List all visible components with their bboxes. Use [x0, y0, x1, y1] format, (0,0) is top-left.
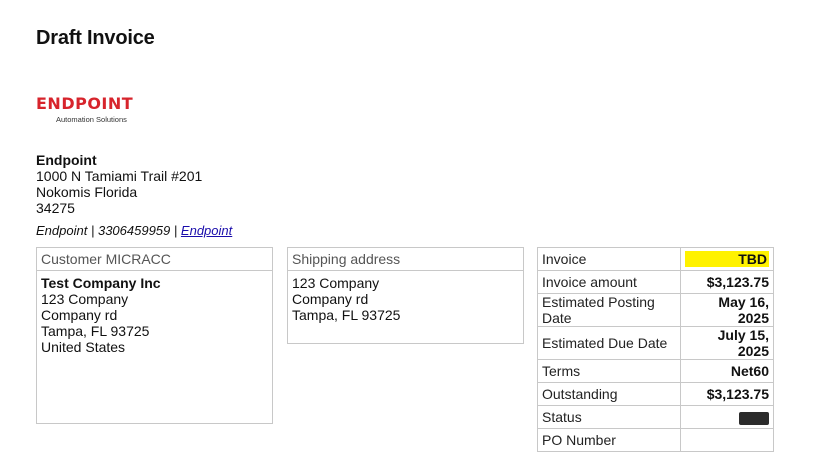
table-row: Status	[537, 405, 774, 429]
status-label: Status	[537, 405, 681, 429]
company-logo: ENDPOINT Automation Solutions	[36, 96, 158, 126]
posting-date-label: Estimated Posting Date	[537, 293, 681, 327]
po-number-value	[680, 428, 774, 452]
logo-wordmark: ENDPOINT	[36, 94, 134, 113]
table-row: Terms Net60	[537, 359, 774, 383]
invoice-amount-value: $3,123.75	[680, 270, 774, 294]
contact-name: Endpoint	[36, 223, 88, 238]
contact-separator: |	[173, 223, 178, 238]
customer-header: Customer MICRACC	[37, 248, 272, 271]
status-badge	[739, 411, 769, 425]
invoice-number-value: TBD	[685, 251, 769, 267]
outstanding-value: $3,123.75	[680, 382, 774, 406]
outstanding-label: Outstanding	[537, 382, 681, 406]
contact-phone: 3306459959	[97, 223, 171, 238]
shipping-line3: Tampa, FL 93725	[292, 307, 401, 323]
shipping-header: Shipping address	[288, 248, 523, 271]
table-row: Invoice TBD	[537, 247, 774, 271]
due-date-label: Estimated Due Date	[537, 326, 681, 360]
invoice-label: Invoice	[537, 247, 681, 271]
shipping-address: 123 Company Company rd Tampa, FL 93725	[288, 271, 523, 327]
invoice-number-cell: TBD	[680, 247, 774, 271]
customer-line2: Company rd	[41, 307, 118, 323]
customer-line3: Tampa, FL 93725	[41, 323, 150, 339]
terms-label: Terms	[537, 359, 681, 383]
company-postal-code: 34275	[36, 200, 75, 216]
customer-address: Test Company Inc 123 Company Company rd …	[37, 271, 272, 359]
due-date-value: July 15, 2025	[680, 326, 774, 360]
company-name: Endpoint	[36, 152, 97, 168]
status-cell	[680, 405, 774, 429]
page-title: Draft Invoice	[36, 27, 155, 49]
customer-name: Test Company Inc	[41, 275, 161, 291]
invoice-amount-label: Invoice amount	[537, 270, 681, 294]
invoice-summary-table: Invoice TBD Invoice amount $3,123.75 Est…	[537, 247, 774, 452]
table-row: Outstanding $3,123.75	[537, 382, 774, 406]
posting-date-value: May 16, 2025	[680, 293, 774, 327]
table-row: PO Number	[537, 428, 774, 452]
company-link[interactable]: Endpoint	[181, 223, 232, 238]
table-row: Estimated Posting Date May 16, 2025	[537, 293, 774, 327]
po-number-label: PO Number	[537, 428, 681, 452]
table-row: Estimated Due Date July 15, 2025	[537, 326, 774, 360]
customer-box: Customer MICRACC Test Company Inc 123 Co…	[36, 247, 273, 424]
company-address-line1: 1000 N Tamiami Trail #201	[36, 168, 203, 184]
shipping-box: Shipping address 123 Company Company rd …	[287, 247, 524, 344]
shipping-line2: Company rd	[292, 291, 369, 307]
company-contact-line: Endpoint | 3306459959 | Endpoint	[36, 223, 232, 238]
table-row: Invoice amount $3,123.75	[537, 270, 774, 294]
company-address-block: Endpoint 1000 N Tamiami Trail #201 Nokom…	[36, 152, 202, 216]
shipping-line1: 123 Company	[292, 275, 380, 291]
customer-line1: 123 Company	[41, 291, 129, 307]
logo-tagline: Automation Solutions	[56, 115, 127, 124]
company-address-line2: Nokomis Florida	[36, 184, 138, 200]
customer-line4: United States	[41, 339, 126, 355]
contact-separator: |	[90, 223, 95, 238]
terms-value: Net60	[680, 359, 774, 383]
